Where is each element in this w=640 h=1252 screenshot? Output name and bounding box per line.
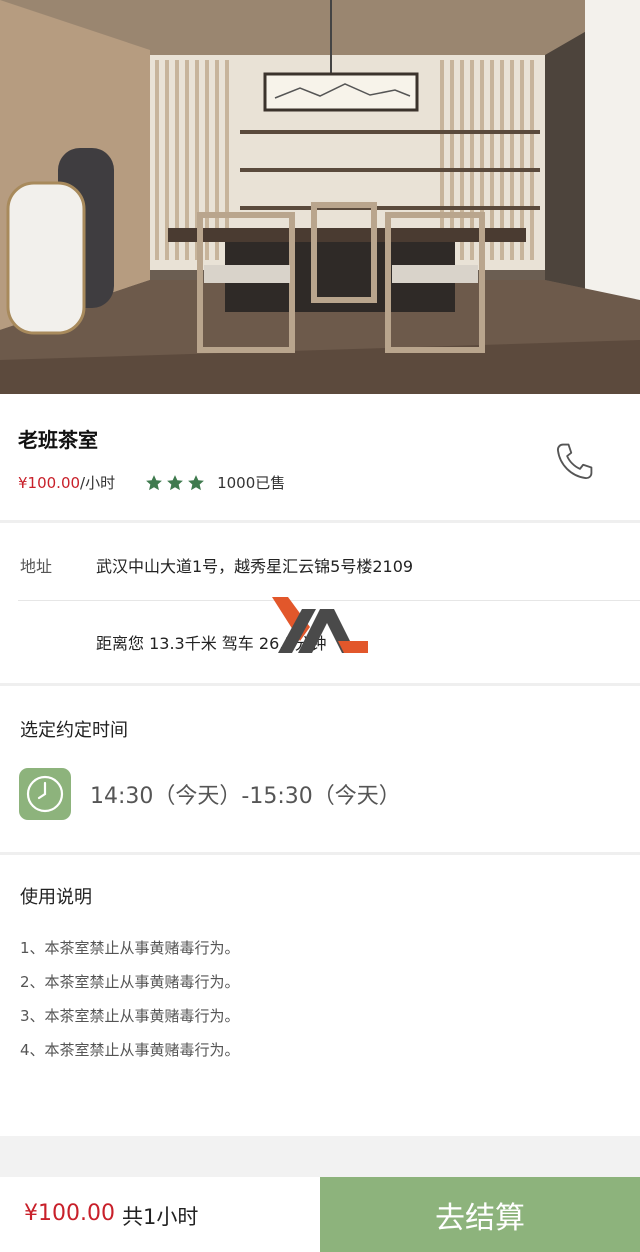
star-icon — [188, 474, 204, 490]
tea-room-photo — [0, 0, 640, 394]
address-label: 地址 — [20, 557, 53, 576]
price-unit: /小时 — [80, 474, 116, 492]
booking-section: 选定约定时间 14:30（今天）-15:30（今天） — [0, 686, 640, 852]
hero-image — [0, 0, 640, 394]
shop-name: 老班茶室 — [18, 428, 98, 452]
phone-icon[interactable] — [552, 440, 596, 484]
booking-title: 选定约定时间 — [20, 720, 128, 741]
checkout-button[interactable]: 去结算 — [320, 1177, 640, 1252]
rule-item: 3、本茶室禁止从事黄赌毒行为。 — [20, 1007, 240, 1025]
clock-icon — [19, 768, 71, 820]
total-price: ¥100.00 — [24, 1201, 115, 1226]
shop-price: ¥100.00 — [18, 473, 81, 492]
sold-count: 1000已售 — [217, 474, 286, 492]
rule-item: 4、本茶室禁止从事黄赌毒行为。 — [20, 1041, 240, 1059]
address-value[interactable]: 武汉中山大道1号，越秀星汇云锦5号楼2109 — [96, 553, 413, 577]
shop-info: 老班茶室 ¥100.00 /小时 1000已售 — [0, 394, 640, 520]
address-section: 地址 武汉中山大道1号，越秀星汇云锦5号楼2109 距离您 13.3千米 驾车 … — [0, 523, 640, 683]
rules-title: 使用说明 — [20, 887, 92, 908]
star-icon — [167, 474, 183, 490]
usage-rules: 使用说明 1、本茶室禁止从事黄赌毒行为。 2、本茶室禁止从事黄赌毒行为。 3、本… — [0, 855, 640, 1136]
spacer — [0, 1136, 640, 1177]
total-hours: 共1小时 — [122, 1205, 199, 1229]
rule-item: 1、本茶室禁止从事黄赌毒行为。 — [20, 939, 240, 957]
watermark-logo — [272, 597, 368, 653]
price-row: ¥100.00 /小时 1000已售 — [18, 472, 285, 493]
booking-time[interactable]: 14:30（今天）-15:30（今天） — [90, 778, 401, 810]
star-icon — [146, 474, 162, 490]
checkout-bar: ¥100.00 共1小时 去结算 — [0, 1177, 640, 1252]
rating-stars — [145, 474, 205, 492]
rule-item: 2、本茶室禁止从事黄赌毒行为。 — [20, 973, 240, 991]
